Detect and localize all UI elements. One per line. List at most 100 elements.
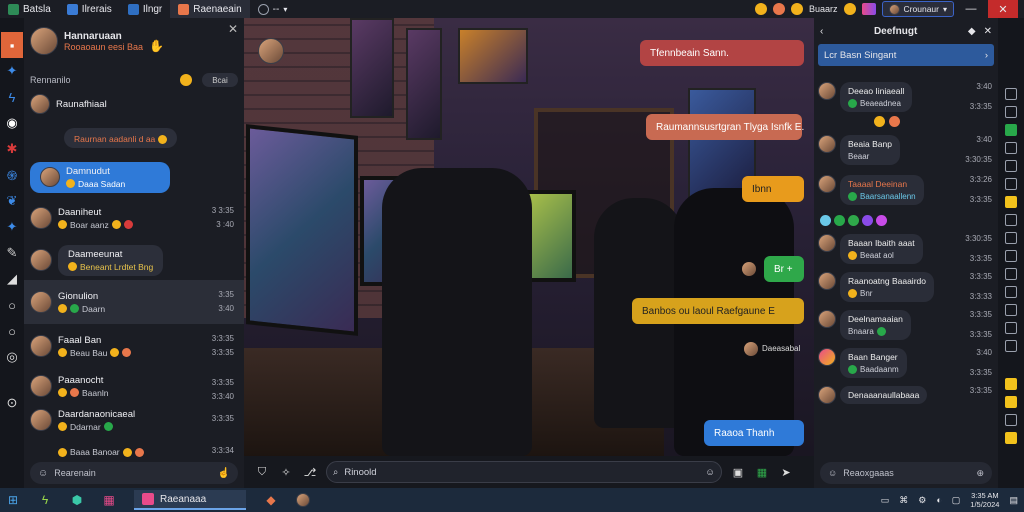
compass-icon[interactable]: ⊙ — [0, 390, 24, 416]
app-icon[interactable]: ⬢ — [70, 493, 84, 507]
list-item[interactable]: Daaniheut Boar aanz 3 3:35 3 :40 — [24, 196, 244, 240]
close-icon[interactable]: ✕ — [228, 22, 238, 36]
list-item[interactable]: Raurnan aadanli d aa — [24, 118, 244, 158]
thread-banner[interactable]: Lcr Basn Singant › — [818, 44, 994, 66]
close-window-button[interactable]: ✕ — [988, 0, 1018, 18]
ring-icon[interactable]: ◎ — [0, 344, 24, 370]
doc-icon[interactable] — [1005, 322, 1017, 334]
mic-icon[interactable]: ⌕ — [333, 467, 338, 478]
bird-icon[interactable]: ✦ — [0, 58, 24, 84]
emoji-icon[interactable]: ☺ — [705, 467, 715, 478]
tag-icon[interactable]: ◢ — [0, 266, 24, 292]
avatar[interactable] — [296, 493, 310, 507]
minimize-button[interactable]: — — [960, 0, 982, 18]
doc-icon[interactable] — [1005, 214, 1017, 226]
tab-ilngr[interactable]: Ilngr — [120, 0, 170, 18]
folder-icon[interactable] — [1005, 432, 1017, 444]
doc-icon[interactable] — [1005, 178, 1017, 190]
hand-icon[interactable]: ☝ — [218, 468, 230, 479]
sticker-icon[interactable]: ▦ — [754, 464, 770, 480]
shield-icon[interactable]: ⛉ — [254, 464, 270, 480]
list-item[interactable]: Taaaal Deeinan Baarsanaallenn 3:3:26 3:3… — [814, 175, 998, 205]
doc-icon[interactable] — [1005, 232, 1017, 244]
notification-icon[interactable]: ▤ — [1009, 495, 1018, 506]
network-icon[interactable]: ⌘ — [899, 495, 908, 506]
bolt-icon[interactable]: ϟ — [0, 84, 24, 110]
emoji-icon[interactable] — [180, 74, 192, 86]
ring-icon[interactable]: ○ — [0, 318, 24, 344]
doc-icon[interactable] — [1005, 414, 1017, 426]
chevron-left-icon[interactable]: ‹ — [820, 26, 823, 37]
swirl-icon[interactable]: ֍ — [0, 162, 24, 188]
doc-icon[interactable] — [1005, 286, 1017, 298]
list-item[interactable]: Daameeunat Beneant Lrdtet Bng — [24, 240, 244, 280]
doc-icon[interactable] — [1005, 88, 1017, 100]
tab-raenaeain[interactable]: Raenaeain — [170, 0, 250, 18]
avatar[interactable] — [30, 27, 58, 55]
emoji-icon[interactable]: ☺ — [828, 468, 837, 478]
doc-icon[interactable] — [1005, 340, 1017, 352]
monitor-icon[interactable]: ▭ — [881, 495, 890, 506]
doc-icon[interactable] — [1005, 304, 1017, 316]
folder-icon[interactable] — [1005, 378, 1017, 390]
list-item[interactable]: Raanoatng Baaairdo Bnr 3:3:35 3:3:33 — [814, 272, 998, 302]
check-icon[interactable] — [1005, 124, 1017, 136]
chat-search-input[interactable]: ☺ Rearenain ☝ — [30, 462, 238, 484]
close-icon[interactable]: ✕ — [984, 26, 992, 37]
thread-reply-input[interactable]: ☺ Reaoxgaaas ⊕ — [820, 462, 992, 484]
list-item[interactable]: Faaal Ban Beau Bau 3:3:35 3:3:35 — [24, 324, 244, 368]
send-icon[interactable]: ➤ — [778, 464, 794, 480]
message-input[interactable]: ⌕ Rinoold ☺ — [326, 461, 722, 483]
app-icon[interactable]: ◆ — [264, 493, 278, 507]
list-item[interactable]: Daardanaonicaeal Ddarnar 3:3:35 — [24, 404, 244, 436]
tab-batsla[interactable]: Batsla — [0, 0, 59, 18]
tab-ilrerais[interactable]: Ilrerais — [59, 0, 120, 18]
list-item[interactable]: Beaia Banp Beaar 3:40 3:30:35 — [814, 135, 998, 165]
list-item[interactable]: Gionulion Daarn 3:35 3:40 — [24, 280, 244, 324]
clock[interactable]: 3:35 AM 1/5/2024 — [970, 491, 999, 509]
list-item[interactable]: Deelnamaaian Bnaara 3:3:35 3:3:35 — [814, 310, 998, 340]
list-item[interactable]: Denaaanaullabaaa 3:3:35 — [814, 386, 998, 404]
doc-icon[interactable] — [1005, 250, 1017, 262]
emoji-icon[interactable] — [862, 215, 873, 226]
app-icon[interactable]: ▦ — [102, 493, 116, 507]
emoji-icon[interactable] — [843, 3, 856, 15]
doc-icon[interactable] — [1005, 106, 1017, 118]
emoji-icon[interactable] — [820, 215, 831, 226]
star-icon[interactable]: ✱ — [0, 136, 24, 162]
gif-icon[interactable]: ▣ — [730, 464, 746, 480]
windows-start-icon[interactable]: ⊞ — [6, 493, 20, 507]
list-item[interactable]: Baan Banger Baadaanm 3:40 3:3:35 — [814, 348, 998, 378]
folder-icon[interactable] — [1005, 196, 1017, 208]
doc-icon[interactable] — [1005, 160, 1017, 172]
settings-icon[interactable]: ⚙ — [918, 495, 926, 506]
attach-icon[interactable]: ⎇ — [302, 464, 318, 480]
discord-icon[interactable]: ◉ — [0, 110, 24, 136]
emoji-icon[interactable] — [773, 3, 786, 15]
sparkle-icon[interactable]: ✧ — [278, 464, 294, 480]
pin-icon[interactable]: ◆ — [968, 26, 976, 37]
doc-icon[interactable] — [1005, 268, 1017, 280]
battery-icon[interactable]: ▢ — [952, 495, 961, 506]
emoji-icon[interactable] — [876, 215, 887, 226]
doc-icon[interactable] — [1005, 142, 1017, 154]
tab-chat[interactable]: -- ▾ — [250, 0, 296, 18]
profile-button[interactable]: Crounaur ▾ — [881, 1, 954, 17]
list-item[interactable]: Paaanocht Baanln 3:3:35 3:3:40 — [24, 368, 244, 404]
chevron-down-icon[interactable]: ▾ — [283, 5, 287, 14]
list-item[interactable]: Baaan Ibaith aaat Beaat aol 3:30:35 3:3:… — [814, 234, 998, 264]
bird-icon[interactable]: ✦ — [0, 214, 24, 240]
app-icon[interactable]: ϟ — [38, 493, 52, 507]
emoji-icon[interactable]: ☺ — [38, 468, 48, 479]
list-item[interactable]: Deeao Iiniaeall Beaeadnea 3:40 3:3:35 — [814, 82, 998, 112]
emoji-icon[interactable] — [889, 116, 900, 127]
pin-icon[interactable]: ✎ — [0, 240, 24, 266]
list-item[interactable]: Damnudut Daaa Sadan — [24, 158, 244, 196]
list-item[interactable]: Raunafhiaal — [24, 90, 244, 118]
home-icon[interactable]: ▪ — [1, 32, 23, 58]
selected-chat[interactable]: Damnudut Daaa Sadan — [30, 161, 170, 193]
folder-icon[interactable] — [1005, 396, 1017, 408]
notification-icon[interactable] — [861, 3, 876, 15]
taskbar-app-button[interactable]: Raeanaaa — [134, 490, 246, 510]
volume-icon[interactable]: ◐ — [936, 495, 941, 505]
